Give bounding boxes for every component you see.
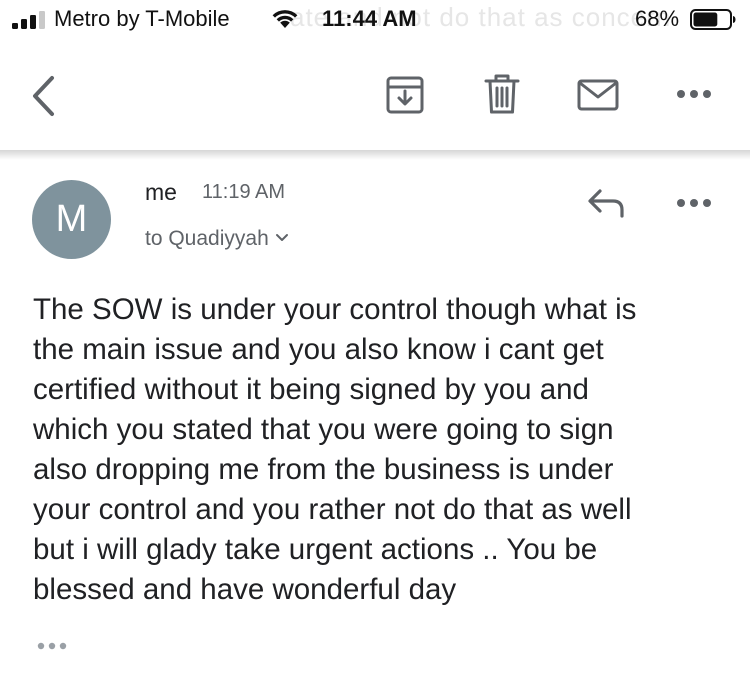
- wifi-icon: [272, 10, 298, 28]
- sent-time: 11:19 AM: [202, 181, 286, 203]
- cellular-signal-icon: [12, 11, 45, 29]
- sender-name: me: [145, 179, 177, 205]
- chevron-left-icon: [33, 76, 54, 116]
- delete-button[interactable]: [484, 73, 520, 115]
- archive-button[interactable]: [386, 75, 426, 115]
- recipient-label: to Quadiyyah: [145, 227, 269, 250]
- battery-percentage: 68%: [635, 6, 680, 31]
- show-trimmed-content-icon: [37, 642, 67, 650]
- mark-unread-button[interactable]: [577, 79, 619, 111]
- message-body-line: your control and you rather not do that …: [33, 493, 632, 526]
- chevron-down-icon: [275, 233, 288, 241]
- sender-avatar[interactable]: M: [32, 180, 111, 259]
- message-body-line: also dropping me from the business is un…: [33, 453, 614, 486]
- archive-icon: [386, 76, 424, 114]
- back-button[interactable]: [28, 74, 60, 118]
- recipient-details-toggle[interactable]: to Quadiyyah: [145, 227, 289, 251]
- message-body-line: which you stated that you were going to …: [33, 413, 614, 446]
- status-bar: ate and not do that as concern Metro by …: [0, 0, 750, 38]
- message-body-line: but i will glady take urgent actions .. …: [33, 533, 598, 566]
- show-trimmed-content-button[interactable]: [36, 638, 72, 654]
- reply-button[interactable]: [586, 187, 626, 219]
- message-body: The SOW is under your control though wha…: [33, 290, 733, 610]
- trash-icon: [484, 74, 520, 114]
- message-body-line: The SOW is under your control though wha…: [33, 293, 637, 326]
- message-body-line: certified without it being signed by you…: [33, 373, 589, 406]
- toolbar-shadow: [0, 150, 750, 160]
- more-horizontal-icon: [677, 199, 711, 207]
- more-horizontal-icon: [677, 90, 711, 98]
- message-body-line: the main issue and you also know i cant …: [33, 333, 604, 366]
- reply-icon: [588, 189, 624, 218]
- carrier-name: Metro by T-Mobile: [54, 6, 230, 31]
- message-body-line: blessed and have wonderful day: [33, 573, 457, 606]
- status-time: 11:44 AM: [322, 6, 417, 31]
- message-toolbar: [0, 40, 750, 150]
- more-options-button[interactable]: [676, 88, 712, 100]
- battery-icon: [690, 9, 736, 30]
- message-more-button[interactable]: [676, 197, 712, 209]
- battery-level-fill: [693, 12, 718, 27]
- envelope-icon: [577, 79, 619, 111]
